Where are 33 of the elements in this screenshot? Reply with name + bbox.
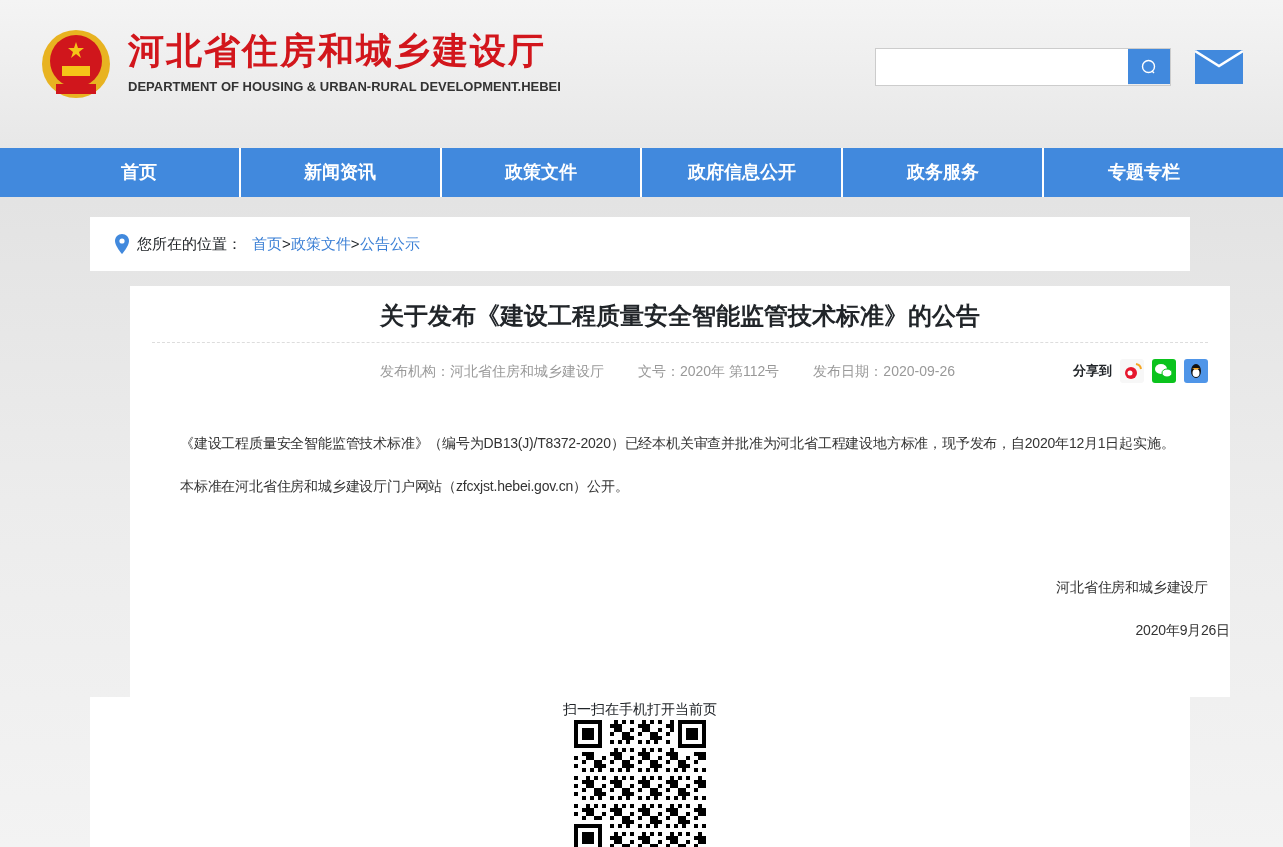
nav-link[interactable]: 新闻资讯 (240, 148, 442, 197)
mail-icon[interactable] (1195, 50, 1243, 84)
breadcrumb-link[interactable]: 公告公示 (359, 232, 420, 256)
nav-link[interactable]: 政策文件 (441, 148, 643, 197)
breadcrumb-link[interactable]: 首页 (252, 232, 282, 256)
nav-link[interactable]: 首页 (40, 148, 241, 197)
share-label: 分享到 (1073, 362, 1112, 381)
article-title: 关于发布《建设工程质量安全智能监管技术标准》的公告 (152, 298, 1208, 343)
site-title: 河北省住房和城乡建设厅 (128, 31, 547, 72)
breadcrumb-separator: > (350, 233, 360, 254)
nav-link[interactable]: 政务服务 (843, 148, 1045, 197)
meta-text: 发布日期：2020-09-26 (813, 361, 955, 381)
emblem-icon (40, 28, 112, 100)
paragraph: 本标准在河北省住房和城乡建设厅门户网站（zfcxjst.hebei.gov.cn）公开。 (180, 477, 630, 496)
weibo-icon[interactable] (1120, 359, 1144, 383)
meta-text: 发布机构：河北省住房和城乡建设厅 (380, 361, 604, 381)
paragraph: 《建设工程质量安全智能监管技术标准》（编号为DB13(J)/T8372-2020）已经本机关审查并批准为河北省工程建设地方标准，现予发布，自2020年12月1日起实施。 (180, 434, 1176, 453)
penguin-icon[interactable] (1184, 359, 1208, 383)
breadcrumb-label: 您所在的位置： (137, 233, 242, 254)
breadcrumb-separator: > (282, 233, 291, 254)
qr-caption: 扫一扫在手机打开当前页 (562, 700, 718, 719)
meta-text: 文号：2020年 第112号 (638, 361, 780, 381)
signature: 河北省住房和城乡建设厅 (1056, 579, 1208, 595)
location-pin-icon (115, 234, 129, 254)
breadcrumb-link[interactable]: 政策文件 (290, 232, 351, 256)
search-icon (1141, 58, 1157, 75)
site-subtitle: DEPARTMENT OF HOUSING & URBAN-RURAL DEVELOPMENT.HEBEI (128, 78, 561, 97)
date: 2020年9月26日 (1135, 622, 1230, 638)
chat-bubbles-icon[interactable] (1152, 359, 1176, 383)
search-button[interactable] (1128, 49, 1170, 84)
nav-link[interactable]: 专题专栏 (1044, 148, 1243, 197)
nav-link[interactable]: 政府信息公开 (642, 148, 844, 197)
search-field[interactable] (875, 48, 1171, 86)
